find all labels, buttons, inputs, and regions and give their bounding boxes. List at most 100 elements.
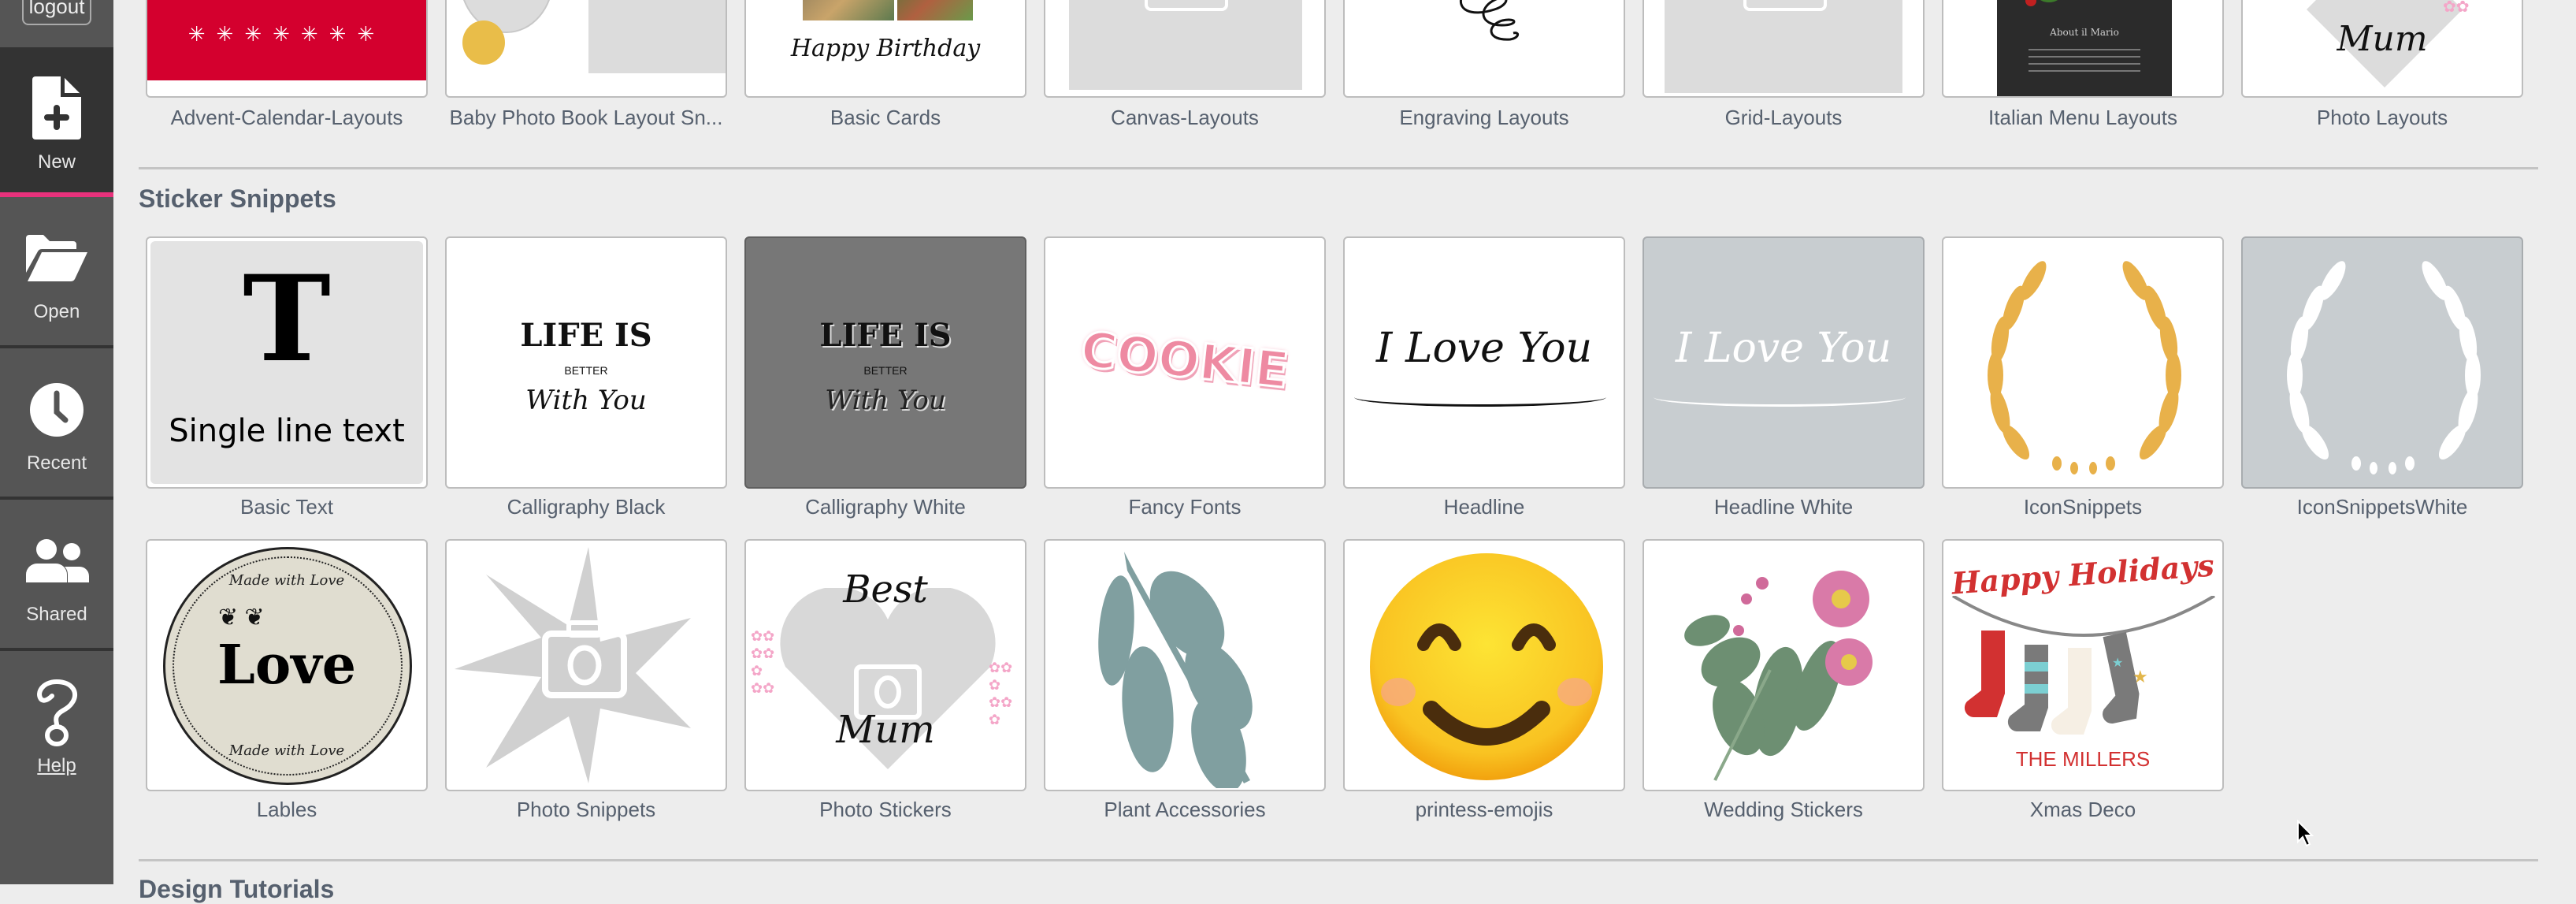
- smiling-emoji-icon: [1370, 553, 1603, 780]
- sticker-label: Calligraphy Black: [507, 495, 666, 519]
- section-title-design-tutorials: Design Tutorials: [139, 875, 335, 903]
- thumb-line: LIFE IS: [819, 317, 952, 354]
- sidebar-item-shared[interactable]: Shared: [0, 500, 113, 651]
- sticker-card-calligraphy-black[interactable]: LIFE IS BETTER With You: [445, 236, 727, 489]
- section-title-sticker-snippets: Sticker Snippets: [139, 184, 336, 213]
- laurel-wreath-icon: [2287, 261, 2481, 474]
- snippet-label: Engraving Layouts: [1399, 106, 1569, 129]
- sidebar-item-recent[interactable]: Recent: [0, 348, 113, 500]
- plant-leaf-icon: [1098, 552, 1253, 788]
- sticker-label: Headline White: [1713, 495, 1854, 519]
- sticker-card-calligraphy-white[interactable]: LIFE IS BETTER With You: [744, 236, 1026, 489]
- sticker-label: Photo Snippets: [516, 798, 656, 821]
- sticker-card-printess-emojis[interactable]: [1343, 539, 1625, 791]
- users-icon: [24, 523, 89, 599]
- sticker-label: IconSnippets: [2023, 495, 2143, 519]
- sticker-card-photo-snippets[interactable]: [445, 539, 727, 791]
- sticker-card-lables[interactable]: Made with Love Love ❦ ❦ Made with Love: [146, 539, 428, 791]
- snowflake-pattern: ✳✳✳✳✳✳✳: [187, 22, 386, 46]
- thumb-line: Made with Love: [228, 572, 345, 589]
- sticker-label: Basic Text: [239, 495, 333, 519]
- snippet-card-italian-menu[interactable]: About il Mario: [1942, 0, 2224, 98]
- snippet-card-basic-cards[interactable]: Happy Birthday: [744, 0, 1026, 98]
- logout-area: logout: [0, 0, 113, 47]
- thumb-line: Love: [217, 634, 356, 697]
- menu-title: About il Mario: [2050, 27, 2119, 38]
- sticker-label: Lables: [256, 798, 317, 821]
- snippet-label: Photo Layouts: [2316, 106, 2448, 129]
- sticker-card-photo-stickers[interactable]: ✿✿ ✿✿ ✿ ✿✿ ✿✿ ✿ ✿✿ ✿ Best Mum: [744, 539, 1026, 791]
- snippet-label: Baby Photo Book Layout Sn...: [449, 106, 723, 129]
- snippet-label: Grid-Layouts: [1724, 106, 1843, 129]
- thumb-line: Mum: [836, 708, 935, 752]
- photo-placeholder: [1069, 0, 1302, 90]
- thumb-text: I Love You: [1375, 325, 1593, 372]
- sticker-label: Photo Stickers: [819, 798, 952, 821]
- photo-placeholder: [588, 0, 726, 73]
- sidebar-item-new[interactable]: New: [0, 47, 113, 197]
- sticker-label: Xmas Deco: [2029, 798, 2136, 821]
- sticker-card-iconsnippets[interactable]: [1942, 236, 2224, 489]
- thumb-text: Mum: [2337, 19, 2428, 59]
- sticker-card-fancy-fonts[interactable]: COOKIE: [1044, 236, 1326, 489]
- thumb-line: LIFE IS: [520, 317, 652, 354]
- snippet-label: Basic Cards: [830, 106, 941, 129]
- sticker-card-wedding-stickers[interactable]: [1642, 539, 1925, 791]
- snippet-card-engraving-layouts[interactable]: [1343, 0, 1625, 98]
- laurel-wreath-icon: [1988, 261, 2181, 474]
- swash-underline: [1654, 388, 1906, 407]
- thumb-line: With You: [825, 385, 946, 416]
- sticker-card-headline-white[interactable]: I Love You: [1642, 236, 1925, 489]
- swirl-ornament: [1460, 0, 1519, 41]
- photo-placeholder: [1665, 0, 1902, 93]
- snippet-card-canvas-layouts[interactable]: [1044, 0, 1326, 98]
- logout-button[interactable]: logout: [22, 0, 91, 25]
- thumb-line: THE MILLERS: [2015, 747, 2151, 771]
- svg-text:★: ★: [2132, 667, 2148, 686]
- swash-underline: [1354, 388, 1606, 407]
- sidebar-item-open[interactable]: Open: [0, 197, 113, 348]
- section-divider: [139, 859, 2538, 861]
- text-glyph-icon: T: [243, 250, 331, 389]
- sticker-card-xmas-deco[interactable]: Happy Holidays ★ ★ THE MILLERS: [1942, 539, 2224, 791]
- sidebar-item-label: Shared: [26, 604, 87, 625]
- sidebar-item-help[interactable]: Help: [0, 651, 113, 809]
- sticker-card-plant-accessories[interactable]: [1044, 539, 1326, 791]
- mouse-cursor-icon: [2297, 820, 2314, 847]
- thumb-line: Made with Love: [228, 742, 345, 759]
- main-content: ✳✳✳✳✳✳✳ Advent-Calendar-Layouts Baby Pho…: [113, 0, 2576, 903]
- sticker-card-headline[interactable]: I Love You: [1343, 236, 1625, 489]
- sticker-label: Plant Accessories: [1104, 798, 1266, 821]
- pink-flowers: ✿✿: [2443, 0, 2470, 16]
- thumb-line: BETTER: [863, 364, 908, 377]
- sticker-label: Wedding Stickers: [1704, 798, 1863, 821]
- snippet-card-advent-calendar[interactable]: ✳✳✳✳✳✳✳: [146, 0, 428, 98]
- sticker-label: Calligraphy White: [805, 495, 966, 519]
- stockings-garland: ★ ★: [1951, 596, 2216, 735]
- photo-thumb: [897, 0, 973, 20]
- snippet-card-grid-layouts[interactable]: [1642, 0, 1925, 98]
- sticker-card-basic-text[interactable]: T Single line text: [146, 236, 428, 489]
- help-link[interactable]: Help: [37, 755, 76, 777]
- sidebar-item-label: Open: [33, 301, 80, 322]
- section-divider: [139, 167, 2538, 169]
- yellow-dot: [462, 20, 505, 65]
- sidebar: logout New Open Recent Shared Help: [0, 0, 113, 884]
- photo-thumb: [803, 0, 894, 20]
- snippet-card-photo-layouts[interactable]: ✿✿ Mum: [2241, 0, 2523, 98]
- question-icon: [33, 675, 80, 750]
- thumb-text: Happy Birthday: [790, 35, 981, 62]
- snippet-label: Advent-Calendar-Layouts: [170, 106, 403, 129]
- pink-flowers: ✿✿ ✿✿ ✿ ✿✿: [751, 628, 775, 696]
- svg-text:★: ★: [2112, 657, 2123, 670]
- sticker-label: IconSnippetsWhite: [2296, 495, 2468, 519]
- thumb-text: COOKIE: [1077, 319, 1293, 400]
- thumb-line: Happy Holidays: [1950, 547, 2216, 601]
- snippet-card-baby-photo-book[interactable]: [445, 0, 727, 98]
- laurel-branch-icon: ❦ ❦: [218, 605, 265, 631]
- star-photo-placeholder: [455, 547, 691, 783]
- sticker-label: Headline: [1443, 495, 1525, 519]
- sticker-card-iconsnippets-white[interactable]: [2241, 236, 2523, 489]
- thumb-text: I Love You: [1675, 325, 1892, 372]
- snippet-label: Italian Menu Layouts: [1988, 106, 2177, 129]
